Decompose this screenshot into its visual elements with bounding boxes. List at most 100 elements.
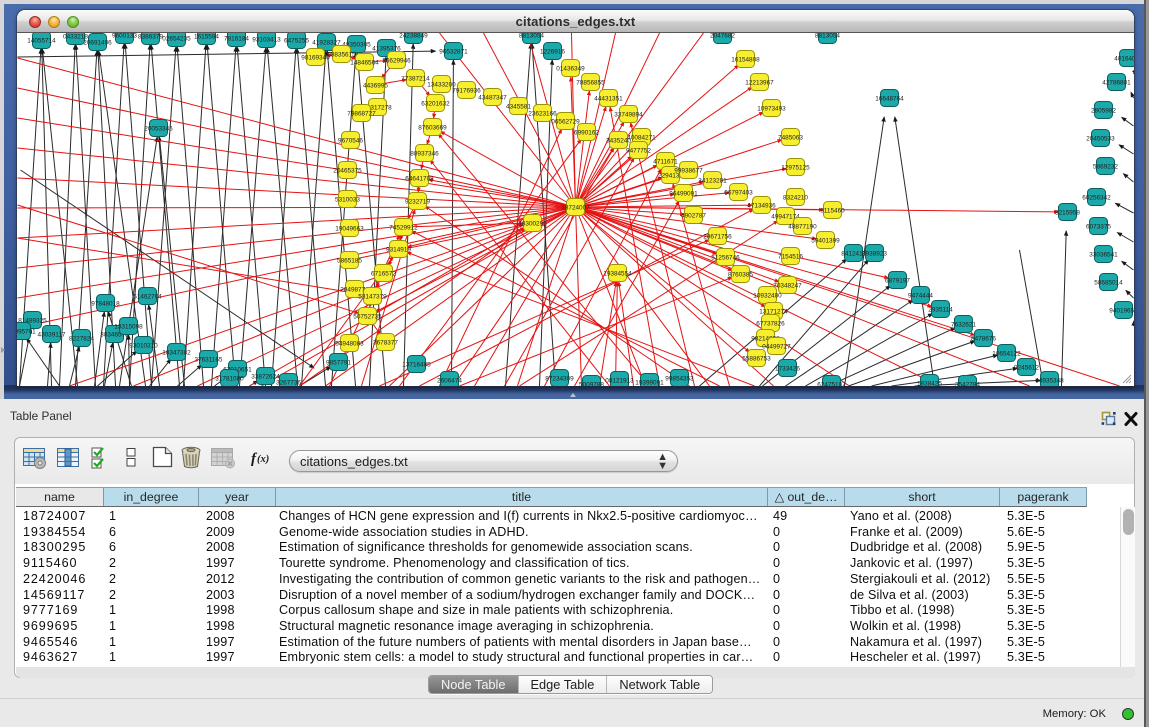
- svg-text:3678377: 3678377: [373, 339, 398, 346]
- svg-text:93010310: 93010310: [129, 342, 158, 349]
- svg-text:23623166: 23623166: [528, 110, 557, 117]
- svg-text:(x): (x): [257, 454, 269, 465]
- svg-text:9232719: 9232719: [405, 198, 430, 205]
- svg-text:70348247: 70348247: [773, 282, 802, 289]
- svg-text:99854353: 99854353: [665, 375, 694, 382]
- svg-text:18300295: 18300295: [518, 220, 547, 227]
- svg-text:40164005: 40164005: [1114, 55, 1134, 62]
- svg-text:16648764: 16648764: [875, 95, 904, 102]
- svg-text:4902787: 4902787: [681, 212, 706, 219]
- svg-text:10973493: 10973493: [757, 105, 786, 112]
- svg-text:36629946: 36629946: [382, 57, 411, 64]
- svg-text:9245612: 9245612: [1014, 364, 1039, 371]
- svg-text:8813054: 8813054: [519, 33, 544, 39]
- svg-text:2935114: 2935114: [928, 306, 953, 313]
- svg-text:20691406: 20691406: [83, 39, 112, 46]
- svg-text:7816184: 7816184: [224, 35, 249, 42]
- svg-text:48877190: 48877190: [788, 223, 817, 230]
- svg-text:6073375: 6073375: [1086, 223, 1111, 230]
- svg-text:10932480: 10932480: [753, 292, 782, 299]
- svg-text:1838425: 1838425: [917, 380, 942, 386]
- svg-text:5009788: 5009788: [579, 381, 604, 386]
- svg-text:44431351: 44431351: [594, 95, 623, 102]
- svg-text:10654122: 10654122: [992, 350, 1021, 357]
- svg-text:6475255: 6475255: [284, 37, 309, 44]
- svg-text:51462704: 51462704: [133, 293, 162, 300]
- svg-text:08121913: 08121913: [605, 377, 634, 384]
- svg-text:33036541: 33036541: [1089, 251, 1118, 258]
- svg-text:8813054: 8813054: [815, 33, 840, 39]
- svg-text:79176936: 79176936: [452, 87, 481, 94]
- svg-text:6990162: 6990162: [574, 129, 599, 136]
- svg-text:19399091: 19399091: [635, 379, 664, 386]
- svg-text:34123281: 34123281: [698, 177, 727, 184]
- svg-text:42786801: 42786801: [1102, 79, 1131, 86]
- svg-text:51256746: 51256746: [711, 254, 740, 261]
- svg-text:88937346: 88937346: [410, 150, 439, 157]
- svg-text:2047682: 2047682: [710, 33, 735, 39]
- svg-text:64641708: 64641708: [405, 175, 434, 182]
- svg-text:4711671: 4711671: [653, 158, 678, 165]
- svg-text:4345581: 4345581: [506, 103, 531, 110]
- svg-text:79868727: 79868727: [347, 110, 376, 117]
- svg-text:7154516: 7154516: [778, 253, 803, 260]
- svg-text:1226916: 1226916: [540, 48, 565, 55]
- svg-text:63201632: 63201632: [421, 100, 450, 107]
- svg-text:9670546: 9670546: [338, 137, 363, 144]
- svg-text:5310033: 5310033: [335, 196, 360, 203]
- svg-text:96499091: 96499091: [669, 190, 698, 197]
- svg-text:93103413: 93103413: [252, 36, 281, 43]
- svg-text:18347382: 18347382: [162, 349, 191, 356]
- svg-text:3542784: 3542784: [955, 381, 980, 386]
- svg-text:8215958: 8215958: [1055, 209, 1080, 216]
- svg-text:14846564: 14846564: [350, 59, 379, 66]
- svg-text:18724007: 18724007: [561, 204, 590, 211]
- svg-text:13716485: 13716485: [402, 361, 431, 368]
- svg-text:8386379: 8386379: [138, 33, 163, 40]
- svg-text:2805982: 2805982: [1091, 107, 1116, 114]
- svg-text:47134936: 47134936: [747, 202, 776, 209]
- svg-text:62475107: 62475107: [817, 381, 846, 386]
- svg-text:1615594: 1615594: [194, 33, 219, 40]
- svg-text:40084271: 40084271: [627, 134, 656, 141]
- svg-text:6879197: 6879197: [885, 277, 910, 284]
- svg-text:8324210: 8324210: [783, 194, 808, 201]
- svg-text:59401399: 59401399: [811, 237, 840, 244]
- svg-text:77387214: 77387214: [401, 75, 430, 82]
- svg-text:16154808: 16154808: [731, 56, 760, 63]
- svg-text:54948083: 54948083: [335, 340, 364, 347]
- svg-text:8760385: 8760385: [728, 271, 753, 278]
- svg-text:9857791: 9857791: [326, 359, 351, 366]
- svg-text:20450533: 20450533: [1086, 135, 1115, 142]
- svg-text:74529912: 74529912: [389, 224, 418, 231]
- svg-text:06562729: 06562729: [551, 118, 580, 125]
- svg-text:43487347: 43487347: [478, 94, 507, 101]
- svg-text:97848018: 97848018: [91, 300, 120, 307]
- svg-text:19384554: 19384554: [603, 270, 632, 277]
- svg-text:24238849: 24238849: [399, 33, 428, 39]
- svg-text:19049663: 19049663: [335, 225, 364, 232]
- svg-text:5865185: 5865185: [337, 257, 362, 264]
- svg-text:8478676: 8478676: [971, 335, 996, 342]
- svg-text:87603669: 87603669: [418, 124, 447, 131]
- svg-text:6716572: 6716572: [371, 270, 396, 277]
- svg-text:29671756: 29671756: [703, 233, 732, 240]
- svg-text:94019655: 94019655: [1109, 307, 1134, 314]
- svg-text:55886753: 55886753: [742, 355, 771, 362]
- svg-text:99938677: 99938677: [674, 167, 703, 174]
- svg-text:08835615: 08835615: [327, 51, 356, 58]
- svg-text:9474444: 9474444: [908, 292, 933, 299]
- svg-text:7632621: 7632621: [951, 321, 976, 328]
- svg-text:44935348: 44935348: [1035, 377, 1064, 384]
- svg-text:53147379: 53147379: [358, 293, 387, 300]
- svg-text:20465375: 20465375: [333, 167, 362, 174]
- svg-text:9115460: 9115460: [820, 207, 845, 214]
- svg-text:60256342: 60256342: [1082, 194, 1111, 201]
- svg-text:88095701: 88095701: [17, 328, 36, 335]
- svg-text:13315098: 13315098: [114, 323, 143, 330]
- svg-text:4436995: 4436995: [363, 82, 388, 89]
- svg-text:2606474: 2606474: [437, 377, 462, 384]
- svg-text:1733426: 1733426: [775, 365, 800, 372]
- svg-text:7485063: 7485063: [778, 134, 803, 141]
- svg-text:33749894: 33749894: [614, 111, 643, 118]
